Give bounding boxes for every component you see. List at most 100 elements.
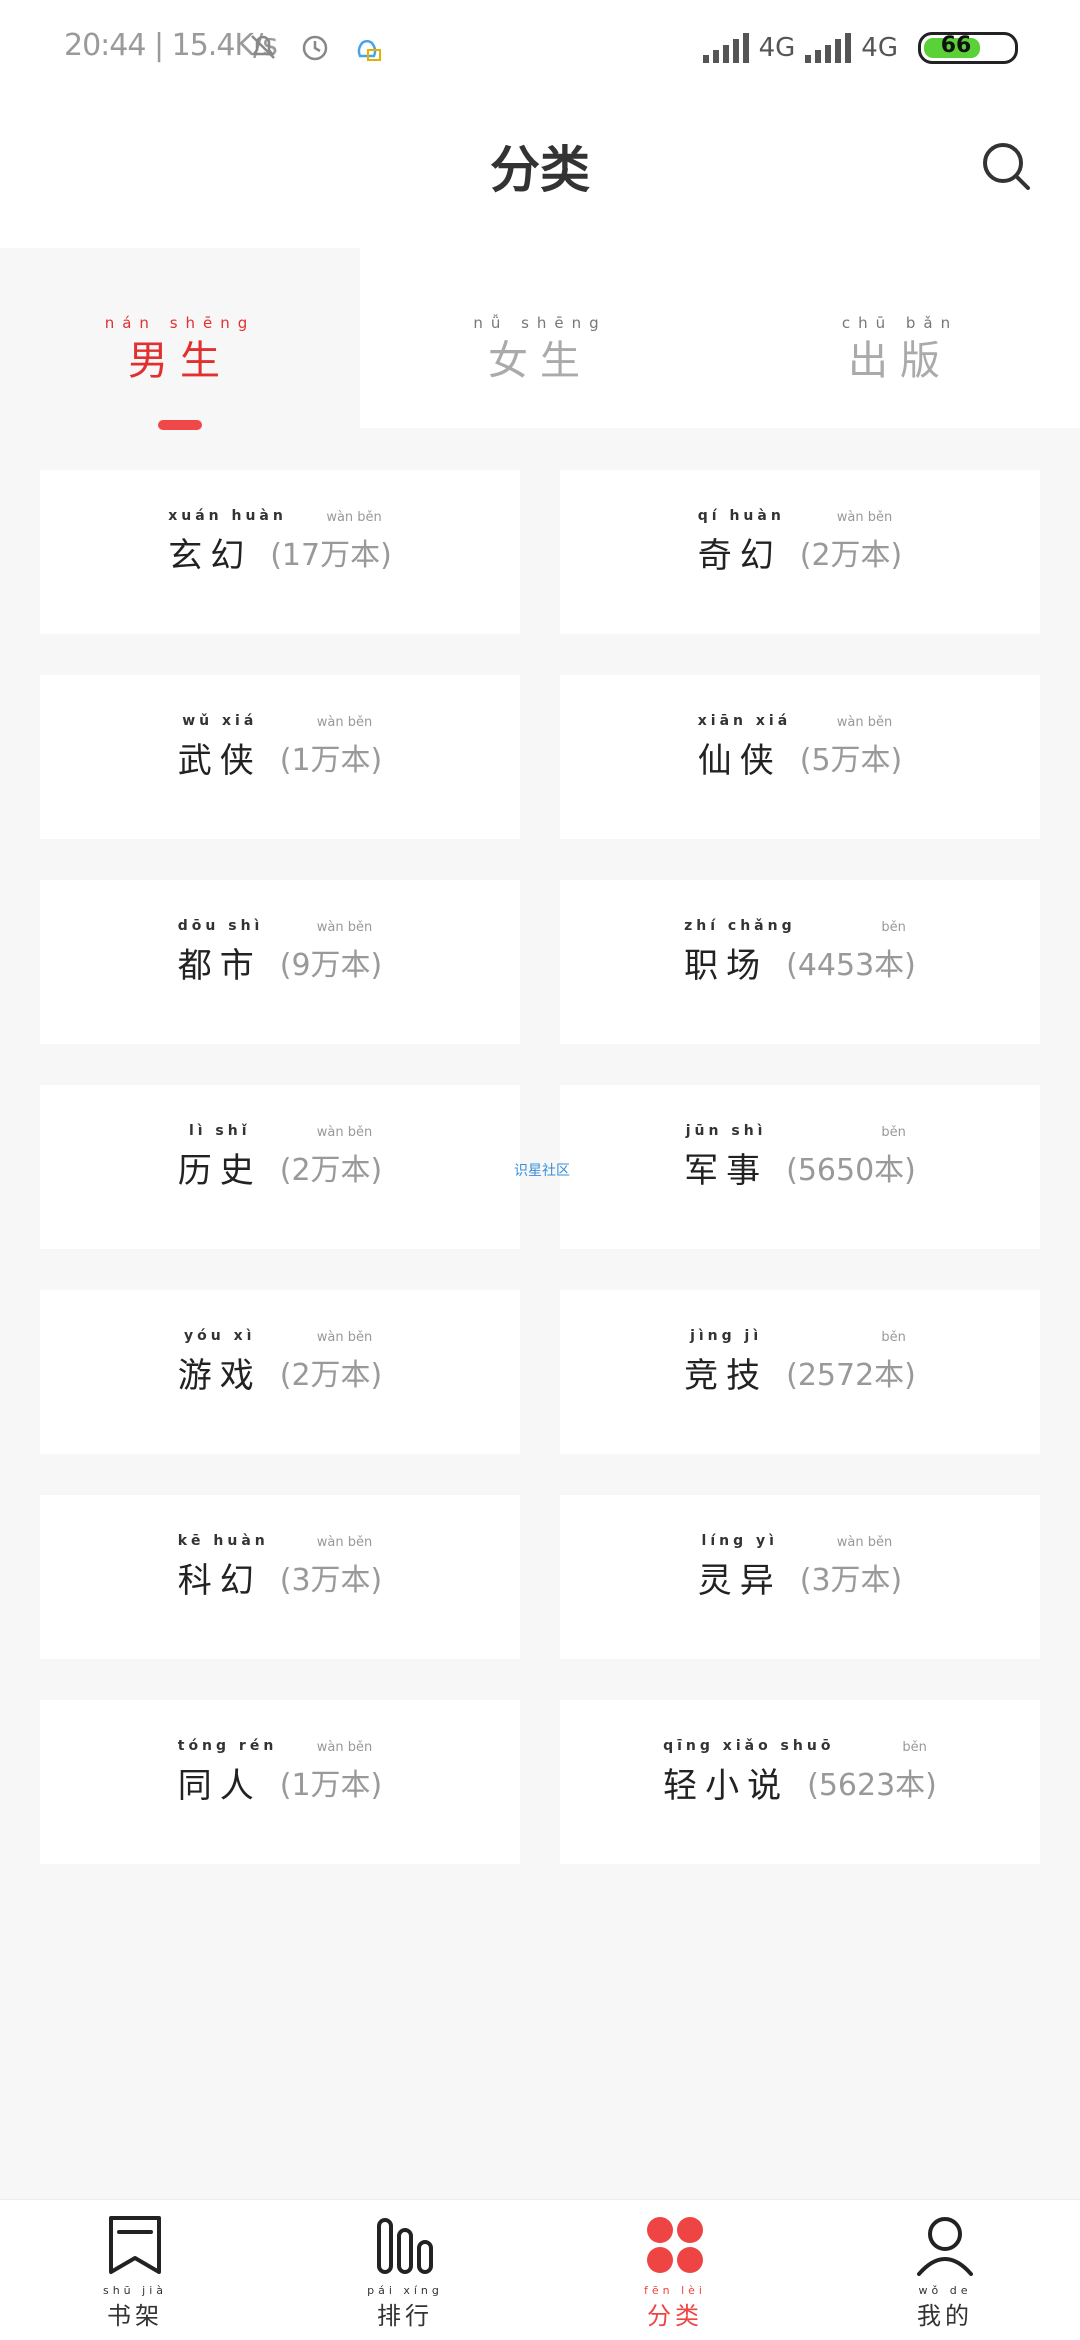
nav-label: 我的 <box>917 2302 973 2330</box>
category-card[interactable]: jìng jì 竞技 běn (2572本) <box>560 1290 1040 1454</box>
category-count: (17万本) <box>270 538 392 573</box>
count-pinyin: běn <box>902 1740 927 1755</box>
category-card[interactable]: lì shǐ 历史 wàn běn (2万本) <box>40 1085 520 1249</box>
category-count: (1万本) <box>279 1768 383 1803</box>
count-pinyin: wàn běn <box>316 920 373 935</box>
count-pinyin: běn <box>881 920 906 935</box>
gender-tabs: nán shēng 男生 nǚ shēng 女生 chū bǎn 出版 <box>0 248 1080 428</box>
tab-indicator <box>158 420 202 430</box>
count-pinyin: běn <box>881 1330 906 1345</box>
nav-bookshelf[interactable]: shū jià 书架 <box>0 2200 270 2340</box>
category-pinyin: yóu xì <box>184 1327 256 1344</box>
category-pinyin: lì shǐ <box>188 1122 251 1139</box>
category-pinyin: jìng jì <box>690 1327 763 1344</box>
category-card[interactable]: dōu shì 都市 wàn běn (9万本) <box>40 880 520 1044</box>
nav-label: 分类 <box>647 2302 703 2330</box>
category-name: 玄幻 <box>168 535 253 576</box>
nav-ranking[interactable]: pái xíng 排行 <box>270 2200 540 2340</box>
category-count: (2万本) <box>279 1358 383 1393</box>
battery-icon: 66 <box>918 32 1018 64</box>
category-name: 灵异 <box>697 1560 782 1601</box>
bookshelf-icon <box>109 2216 161 2274</box>
nav-profile[interactable]: wǒ de 我的 <box>810 2200 1080 2340</box>
nav-label: 排行 <box>377 2302 433 2330</box>
category-count: (3万本) <box>799 1563 903 1598</box>
category-pinyin: xiān xiá <box>697 712 792 729</box>
category-count: (2万本) <box>279 1153 383 1188</box>
category-count: (5万本) <box>799 743 903 778</box>
category-card[interactable]: zhí chǎng 职场 běn (4453本) <box>560 880 1040 1044</box>
category-card[interactable]: qí huàn 奇幻 wàn běn (2万本) <box>560 470 1040 634</box>
signal-icon <box>805 33 852 63</box>
tab-label: 出版 <box>848 338 952 384</box>
category-name: 仙侠 <box>697 740 782 781</box>
notification-app-icon <box>357 39 381 61</box>
network-type-1: 4G <box>758 33 796 63</box>
category-count: (9万本) <box>279 948 383 983</box>
category-card[interactable]: xiān xiá 仙侠 wàn běn (5万本) <box>560 675 1040 839</box>
category-card[interactable]: qīng xiǎo shuō 轻小说 běn (5623本) <box>560 1700 1040 1864</box>
count-pinyin: wàn běn <box>836 1535 893 1550</box>
category-name: 职场 <box>684 945 769 986</box>
category-name: 历史 <box>177 1150 262 1191</box>
alarm-icon <box>302 35 328 61</box>
signal-icon <box>702 33 749 63</box>
mute-bell-icon <box>251 35 275 59</box>
category-name: 竞技 <box>684 1355 769 1396</box>
category-count: (5650本) <box>786 1153 916 1188</box>
category-icon <box>647 2217 703 2273</box>
nav-category[interactable]: fēn lèi 分类 <box>540 2200 810 2340</box>
category-count: (2万本) <box>799 538 903 573</box>
network-type-2: 4G <box>861 33 898 63</box>
battery-level: 66 <box>940 33 972 58</box>
count-pinyin: wàn běn <box>316 1330 373 1345</box>
category-name: 都市 <box>177 945 262 986</box>
category-name: 武侠 <box>177 740 262 781</box>
category-card[interactable]: kē huàn 科幻 wàn běn (3万本) <box>40 1495 520 1659</box>
category-pinyin: kē huàn <box>177 1532 269 1549</box>
category-count: (3万本) <box>279 1563 383 1598</box>
watermark: 识星社区 <box>514 1163 570 1179</box>
category-pinyin: líng yì <box>701 1532 778 1549</box>
category-pinyin: dōu shì <box>177 917 264 934</box>
category-name: 同人 <box>177 1765 262 1806</box>
category-card[interactable]: xuán huàn 玄幻 wàn běn (17万本) <box>40 470 520 634</box>
count-pinyin: wàn běn <box>316 1535 373 1550</box>
category-card[interactable]: yóu xì 游戏 wàn běn (2万本) <box>40 1290 520 1454</box>
tab-label: 男生 <box>128 338 232 384</box>
category-pinyin: jūn shì <box>685 1122 767 1139</box>
category-name: 科幻 <box>177 1560 262 1601</box>
nav-label: 书架 <box>107 2302 163 2330</box>
count-pinyin: wàn běn <box>316 1125 373 1140</box>
status-time-speed: 20:44 | 15.4K/s <box>64 28 278 63</box>
count-pinyin: wàn běn <box>316 1740 373 1755</box>
category-pinyin: zhí chǎng <box>684 917 796 934</box>
count-pinyin: wàn běn <box>836 510 893 525</box>
profile-icon <box>917 2217 973 2276</box>
category-card[interactable]: wǔ xiá 武侠 wàn běn (1万本) <box>40 675 520 839</box>
count-pinyin: wàn běn <box>326 510 382 525</box>
category-card[interactable]: jūn shì 军事 běn (5650本) <box>560 1085 1040 1249</box>
count-pinyin: wàn běn <box>316 715 373 730</box>
search-icon[interactable] <box>978 138 1036 196</box>
category-count: (5623本) <box>807 1768 937 1803</box>
category-name: 奇幻 <box>697 535 782 576</box>
category-pinyin: xuán huàn <box>168 507 287 524</box>
count-pinyin: běn <box>881 1125 906 1140</box>
category-pinyin: tóng rén <box>177 1737 278 1754</box>
category-name: 游戏 <box>177 1355 262 1396</box>
category-card[interactable]: tóng rén 同人 wàn běn (1万本) <box>40 1700 520 1864</box>
tab-male[interactable]: nán shēng 男生 <box>0 248 360 428</box>
category-pinyin: qí huàn <box>697 507 785 524</box>
category-pinyin: qīng xiǎo shuō <box>663 1737 835 1754</box>
tab-label: 女生 <box>488 338 592 384</box>
category-name: 轻小说 <box>663 1765 790 1806</box>
category-pinyin: wǔ xiá <box>182 712 258 729</box>
header: 分类 <box>0 100 1080 248</box>
category-card[interactable]: líng yì 灵异 wàn běn (3万本) <box>560 1495 1040 1659</box>
page-title: 分类 <box>490 141 590 199</box>
category-count: (4453本) <box>786 948 916 983</box>
tab-publish[interactable]: chū bǎn 出版 <box>720 248 1080 428</box>
count-pinyin: wàn běn <box>836 715 893 730</box>
tab-female[interactable]: nǚ shēng 女生 <box>360 248 720 428</box>
